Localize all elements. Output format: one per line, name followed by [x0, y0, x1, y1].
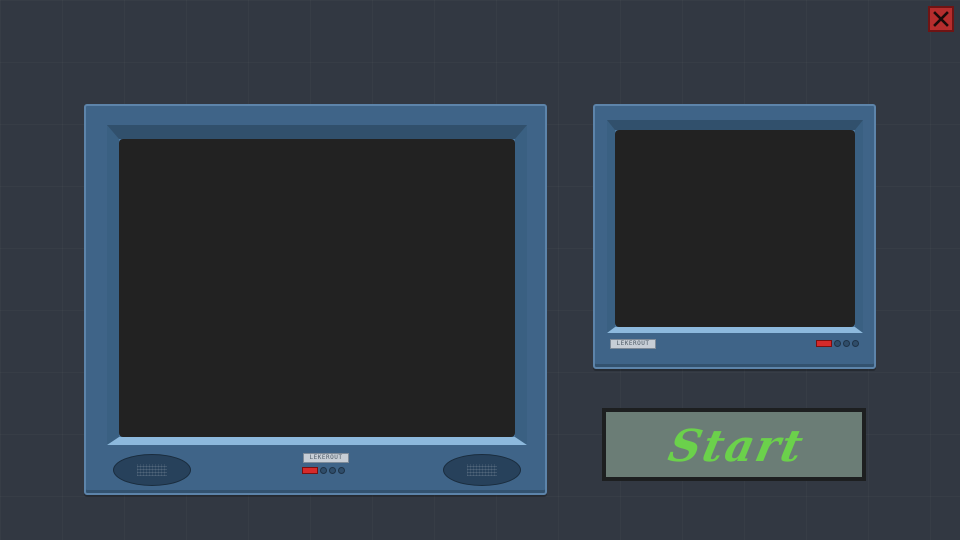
large-monitor-dial-2[interactable] [329, 467, 336, 474]
close-button[interactable] [928, 6, 954, 32]
large-monitor-power-led[interactable] [302, 467, 318, 474]
small-monitor-screen[interactable] [615, 130, 855, 327]
large-monitor-dial-1[interactable] [320, 467, 327, 474]
small-monitor-dial-1[interactable] [834, 340, 841, 347]
small-monitor-dial-3[interactable] [852, 340, 859, 347]
start-label: Start [664, 420, 809, 471]
small-monitor-bezel [607, 120, 863, 333]
close-icon [933, 11, 949, 27]
small-monitor-brand-plate: LEKEROUT [610, 339, 656, 349]
small-monitor-power-led[interactable] [816, 340, 832, 347]
large-monitor-brand-plate: LEKEROUT [303, 453, 349, 463]
large-monitor-bezel [107, 125, 527, 445]
left-speaker [113, 454, 191, 486]
large-monitor: LEKEROUT [84, 104, 547, 495]
right-speaker [443, 454, 521, 486]
large-monitor-screen[interactable] [119, 139, 515, 437]
small-monitor-dial-2[interactable] [843, 340, 850, 347]
small-monitor: LEKEROUT [593, 104, 876, 369]
large-monitor-dial-3[interactable] [338, 467, 345, 474]
start-label-text: Start [664, 420, 809, 471]
start-button[interactable]: Start [602, 408, 866, 481]
